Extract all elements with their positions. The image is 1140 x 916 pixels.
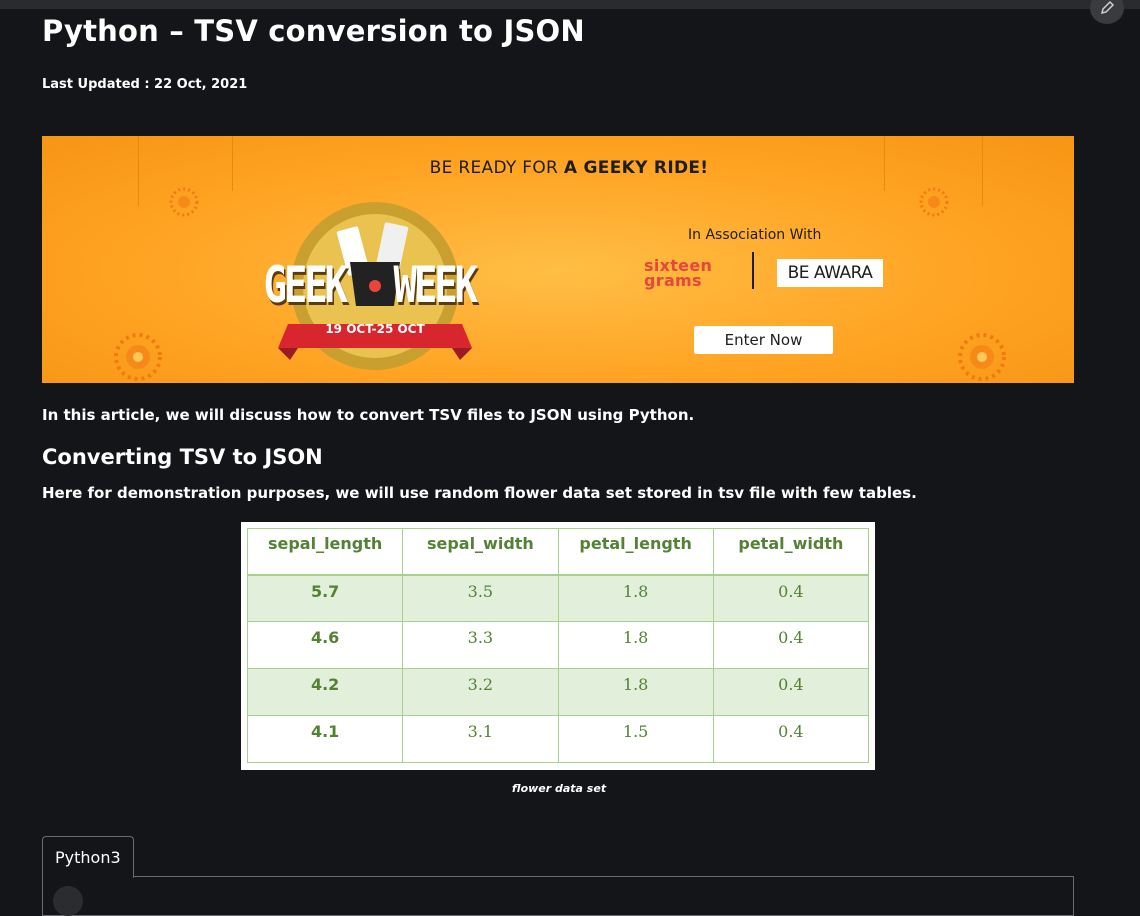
table-cell: 3.1 [402,715,559,763]
column-header: sepal_length [246,528,404,576]
sponsor-sixteen-grams: sixteen grams [644,256,713,290]
flower-ornament-icon [169,187,199,217]
sponsor-divider [752,252,754,289]
table-header-row: sepal_length sepal_width petal_length pe… [246,528,870,576]
table-cell: 0.4 [712,668,870,716]
flower-ornament-icon [919,187,949,217]
table-row: 4.6 3.3 1.8 0.4 [246,621,870,669]
table-row: 4.1 3.1 1.5 0.4 [246,715,870,763]
promo-banner[interactable]: BE READY FOR A GEEKY RIDE! GEEK WEEK 19 … [42,136,1074,383]
table-cell: 0.4 [712,715,870,763]
table-cell: 4.2 [246,668,404,716]
flower-ornament-icon [114,333,162,381]
enter-now-button[interactable]: Enter Now [694,326,833,354]
week-word: WEEK [393,256,478,314]
pencil-icon [1100,0,1115,15]
sponsor-be-awara: BE AWARA [777,259,883,287]
event-dates: 19 OCT-25 OCT [325,322,425,336]
table-cell: 0.4 [712,574,870,622]
table-cell: 0.4 [712,621,870,669]
table-cell: 5.7 [246,574,404,622]
table-row: 5.7 3.5 1.8 0.4 [246,574,870,622]
table-caption: flower data set [511,782,607,795]
flower-table-image: sepal_length sepal_width petal_length pe… [241,522,875,770]
last-updated: Last Updated : 22 Oct, 2021 [42,77,248,92]
table-row: 4.2 3.2 1.8 0.4 [246,668,870,716]
code-toolbar-icon[interactable] [53,886,83,916]
geek-word: GEEK [263,256,348,314]
page-title: Python – TSV conversion to JSON [42,14,585,48]
table-cell: 3.3 [402,621,559,669]
column-header: petal_length [557,528,714,576]
table-cell: 3.5 [402,574,559,622]
table-cell: 4.6 [246,621,404,669]
table-cell: 4.1 [246,715,404,763]
table-cell: 1.8 [557,668,714,716]
intro-text: In this article, we will discuss how to … [42,406,695,424]
table-cell: 3.2 [402,668,559,716]
flower-ornament-icon [958,333,1006,381]
table-cell: 1.5 [557,715,714,763]
code-block[interactable] [42,876,1074,916]
column-header: sepal_width [402,528,559,576]
edit-button[interactable] [1090,0,1124,24]
table-cell: 1.8 [557,621,714,669]
association-label: In Association With [688,227,822,243]
section-heading: Converting TSV to JSON [42,445,323,469]
banner-headline: BE READY FOR A GEEKY RIDE! [429,158,709,178]
table-cell: 1.8 [557,574,714,622]
top-bar [0,0,1140,9]
demo-text: Here for demonstration purposes, we will… [42,484,917,502]
tab-python3[interactable]: Python3 [42,836,134,878]
flower-data-table: sepal_length sepal_width petal_length pe… [246,528,870,763]
column-header: petal_width [712,528,870,576]
